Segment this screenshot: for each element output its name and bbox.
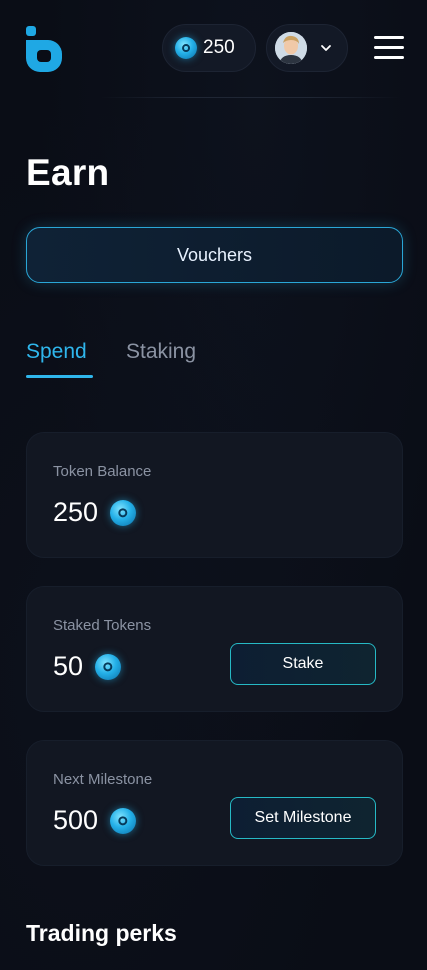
header-token-balance: 250 bbox=[203, 37, 235, 58]
set-milestone-button[interactable]: Set Milestone bbox=[230, 797, 376, 839]
token-coin-icon bbox=[110, 807, 137, 834]
next-milestone-row: 500 bbox=[53, 805, 137, 836]
page-title: Earn bbox=[26, 152, 110, 193]
staked-tokens-card: Staked Tokens 50 Stake bbox=[26, 586, 403, 712]
hamburger-menu-icon[interactable] bbox=[374, 36, 404, 60]
token-coin-icon bbox=[175, 37, 197, 59]
trading-perks-heading: Trading perks bbox=[26, 920, 177, 946]
chevron-down-icon bbox=[321, 45, 331, 51]
token-balance-pill[interactable]: 250 bbox=[162, 24, 256, 72]
token-coin-icon bbox=[110, 499, 137, 526]
header-divider bbox=[100, 97, 400, 98]
stake-button[interactable]: Stake bbox=[230, 643, 376, 685]
staked-tokens-row: 50 bbox=[53, 651, 122, 682]
vouchers-button[interactable]: Vouchers bbox=[26, 227, 403, 283]
next-milestone-card: Next Milestone 500 Set Milestone bbox=[26, 740, 403, 866]
tab-staking[interactable]: Staking bbox=[126, 340, 196, 364]
token-balance-card: Token Balance 250 bbox=[26, 432, 403, 558]
active-tab-indicator bbox=[26, 375, 93, 378]
staked-tokens-value: 50 bbox=[53, 651, 84, 681]
token-balance-row: 250 bbox=[53, 497, 137, 528]
top-header: 250 bbox=[0, 0, 427, 97]
tab-spend[interactable]: Spend bbox=[26, 340, 87, 364]
next-milestone-label: Next Milestone bbox=[53, 771, 153, 788]
next-milestone-value: 500 bbox=[53, 805, 99, 835]
token-balance-label: Token Balance bbox=[53, 463, 152, 480]
token-balance-value: 250 bbox=[53, 497, 99, 527]
avatar bbox=[275, 32, 307, 64]
brand-logo-icon[interactable] bbox=[26, 26, 62, 72]
token-coin-icon bbox=[95, 653, 122, 680]
profile-menu-button[interactable] bbox=[266, 24, 348, 72]
staked-tokens-label: Staked Tokens bbox=[53, 617, 152, 634]
